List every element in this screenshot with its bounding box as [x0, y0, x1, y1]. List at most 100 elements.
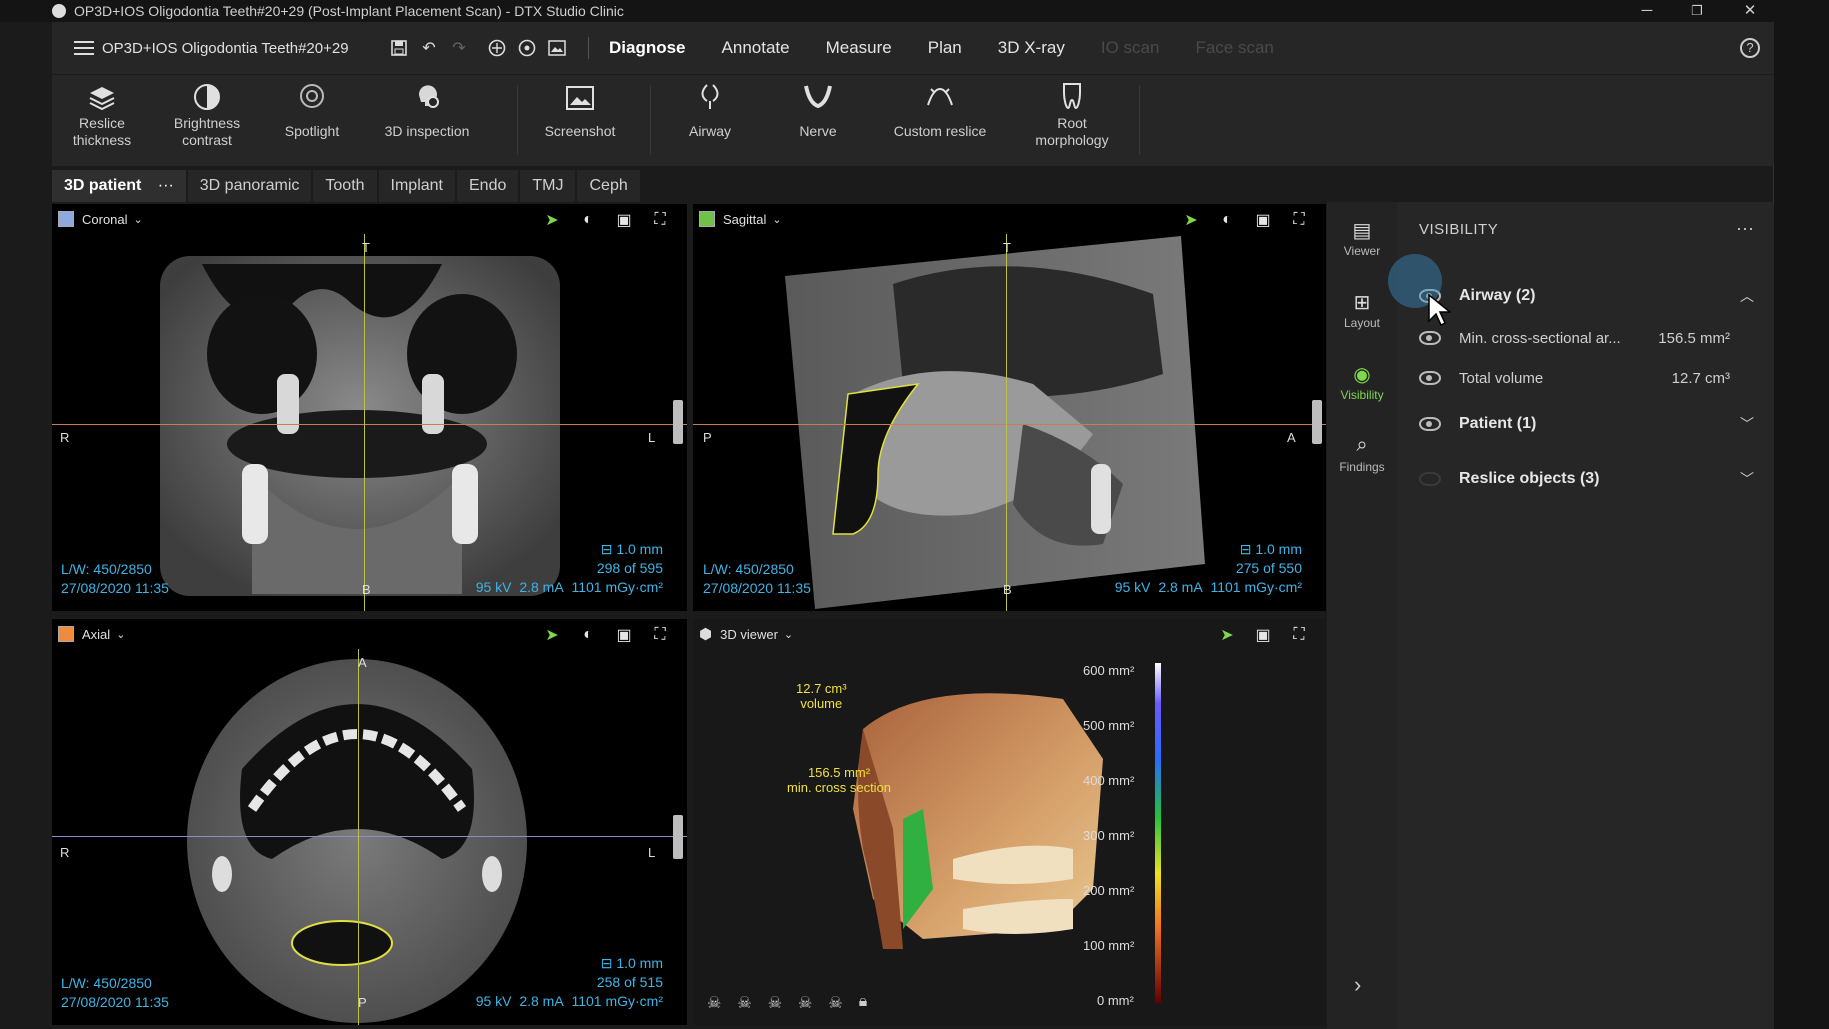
custom-reslice-button[interactable]: Custom reslice [878, 75, 1002, 167]
airway-button[interactable]: Airway [660, 75, 760, 167]
coronal-viewport[interactable]: Coronal ⌄ ➤ ◐ ▣ ⛶ T B R L L/W: 450/2850 … [52, 204, 687, 611]
brightness-contrast-button[interactable]: Brightness contrast [152, 75, 262, 167]
tab-annotate[interactable]: Annotate [722, 38, 790, 58]
coronal-slice-scrollbar[interactable] [673, 400, 683, 444]
fullscreen-icon[interactable]: ⛶ [1290, 626, 1308, 644]
chevron-down-icon[interactable]: ﹀ [1740, 414, 1754, 434]
sidebar-item-layout[interactable]: ⊞ Layout [1327, 290, 1397, 330]
toolbar-divider [1139, 85, 1140, 155]
window-title: OP3D+IOS Oligodontia Teeth#20+29 (Post-I… [74, 3, 624, 19]
nerve-button[interactable]: Nerve [768, 75, 868, 167]
axial-scan-info: ⊟ 1.0 mm 258 of 515 95 kV 2.8 mA 1101 mG… [475, 955, 663, 1009]
visibility-group-airway[interactable]: Airway (2) ︿ [1419, 281, 1754, 311]
spotlight-button[interactable]: Spotlight [262, 75, 362, 167]
axial-viewport[interactable]: Axial ⌄ ➤ ◐ ▣ ⛶ A P R L L/W: 450/2850 27… [52, 619, 687, 1025]
skull-left-icon[interactable]: ☠ [768, 993, 782, 1013]
more-options-icon[interactable]: ··· [158, 177, 174, 194]
tab-measure[interactable]: Measure [826, 38, 892, 58]
pointer-icon[interactable]: ➤ [543, 211, 561, 229]
chevron-down-icon[interactable]: ﹀ [1740, 469, 1754, 489]
chevron-down-icon[interactable]: ⌄ [116, 628, 125, 641]
minimize-button[interactable]: ─ [1627, 0, 1667, 22]
visibility-group-patient[interactable]: Patient (1) ﹀ [1419, 409, 1754, 439]
eye-off-icon[interactable] [1419, 472, 1441, 486]
coronal-crosshair-vertical[interactable] [364, 234, 365, 611]
skull-right-icon[interactable]: ☠ [798, 993, 812, 1013]
tab-implant[interactable]: Implant [378, 170, 455, 202]
tab-3d-xray[interactable]: 3D X-ray [998, 38, 1065, 58]
skull-front-icon[interactable]: ☠ [707, 993, 721, 1013]
sagittal-crosshair-horizontal[interactable] [693, 424, 1326, 425]
eye-icon: ◉ [1353, 364, 1371, 386]
fullscreen-icon[interactable]: ⛶ [1290, 211, 1308, 229]
lock-icon[interactable]: 🔒︎ [859, 993, 868, 1013]
chevron-down-icon[interactable]: ⌄ [772, 213, 781, 226]
save-icon[interactable] [388, 37, 410, 59]
screenshot-button[interactable]: Screenshot [530, 75, 630, 167]
eye-icon[interactable] [1419, 417, 1441, 431]
pointer-icon[interactable]: ➤ [1182, 211, 1200, 229]
restore-button[interactable]: ❐ [1677, 0, 1717, 22]
tab-tooth[interactable]: Tooth [313, 170, 377, 202]
visibility-item-total-volume[interactable]: Total volume 12.7 cm³ [1419, 363, 1754, 393]
tab-ceph[interactable]: Ceph [577, 170, 640, 202]
root-morphology-button[interactable]: Root morphology [1012, 75, 1132, 167]
sagittal-slice-scrollbar[interactable] [1312, 400, 1322, 444]
eye-icon[interactable] [1419, 331, 1441, 345]
fit-icon[interactable]: ▣ [1254, 211, 1272, 229]
contrast-icon[interactable]: ◐ [579, 626, 597, 644]
axial-crosshair-horizontal[interactable] [52, 836, 687, 837]
3d-inspection-button[interactable]: 3D inspection [362, 75, 492, 167]
eye-icon[interactable] [1419, 371, 1441, 385]
tooth-chart-icon[interactable] [486, 37, 508, 59]
menu-icon[interactable] [74, 41, 94, 55]
coronal-crosshair-horizontal[interactable] [52, 424, 687, 425]
visibility-group-reslice-objects[interactable]: Reslice objects (3) ﹀ [1419, 464, 1754, 494]
skull-top-icon[interactable]: ☠ [828, 993, 842, 1013]
axial-slice-scrollbar[interactable] [673, 815, 683, 859]
redo-icon[interactable]: ↷ [448, 37, 470, 59]
orientation-icon[interactable] [516, 37, 538, 59]
fit-icon[interactable]: ▣ [615, 626, 633, 644]
fit-icon[interactable]: ▣ [1254, 626, 1272, 644]
pointer-icon[interactable]: ➤ [543, 626, 561, 644]
axial-crosshair-vertical[interactable] [358, 649, 359, 1025]
app-logo-icon [52, 4, 66, 18]
tab-tmj[interactable]: TMJ [520, 170, 576, 202]
undo-icon[interactable]: ↶ [418, 37, 440, 59]
layers-icon [52, 75, 152, 115]
sidebar-item-viewer[interactable]: ▤ Viewer [1327, 218, 1397, 258]
tab-endo[interactable]: Endo [457, 170, 519, 202]
tab-plan[interactable]: Plan [928, 38, 962, 58]
3d-viewer-viewport[interactable]: ⬢ 3D viewer ⌄ ➤ ▣ ⛶ 12.7 cm³ volume 156.… [693, 619, 1326, 1025]
sidebar-item-findings[interactable]: ⌕ Findings [1327, 434, 1397, 474]
image-icon[interactable] [546, 37, 568, 59]
contrast-icon[interactable]: ◐ [579, 211, 597, 229]
fullscreen-icon[interactable]: ⛶ [651, 626, 669, 644]
reslice-thickness-button[interactable]: Reslice thickness [52, 75, 152, 167]
fit-icon[interactable]: ▣ [615, 211, 633, 229]
more-options-icon[interactable]: ··· [1736, 218, 1754, 239]
tab-3d-panoramic[interactable]: 3D panoramic [187, 170, 312, 202]
tab-diagnose[interactable]: Diagnose [609, 38, 686, 58]
fullscreen-icon[interactable]: ⛶ [651, 211, 669, 229]
chevron-up-icon[interactable]: ︿ [1740, 286, 1754, 306]
pointer-icon[interactable]: ➤ [1218, 626, 1236, 644]
orientation-bottom: P [358, 995, 367, 1010]
viewer-icon: ▤ [1352, 220, 1372, 242]
skull-back-icon[interactable]: ☠ [737, 993, 751, 1013]
close-button[interactable]: ✕ [1730, 0, 1770, 22]
orientation-bottom: B [362, 582, 371, 597]
chevron-down-icon[interactable]: ⌄ [134, 213, 143, 226]
sagittal-crosshair-vertical[interactable] [1006, 234, 1007, 611]
sagittal-viewport[interactable]: Sagittal ⌄ ➤ ◐ ▣ ⛶ T B P A L/W: 450/2850 [693, 204, 1326, 611]
tab-io-scan: IO scan [1100, 38, 1160, 57]
sidebar-item-visibility[interactable]: ◉ Visibility [1327, 362, 1397, 402]
tab-3d-patient[interactable]: 3D patient ··· [52, 170, 186, 202]
contrast-icon[interactable]: ◐ [1218, 211, 1236, 229]
visibility-item-min-cross-section[interactable]: Min. cross-sectional ar... 156.5 mm² [1419, 323, 1754, 353]
chevron-down-icon[interactable]: ⌄ [784, 628, 793, 641]
collapse-panel-icon[interactable]: › [1354, 972, 1361, 998]
coronal-color-swatch [58, 211, 74, 227]
help-icon[interactable]: ? [1740, 38, 1760, 58]
